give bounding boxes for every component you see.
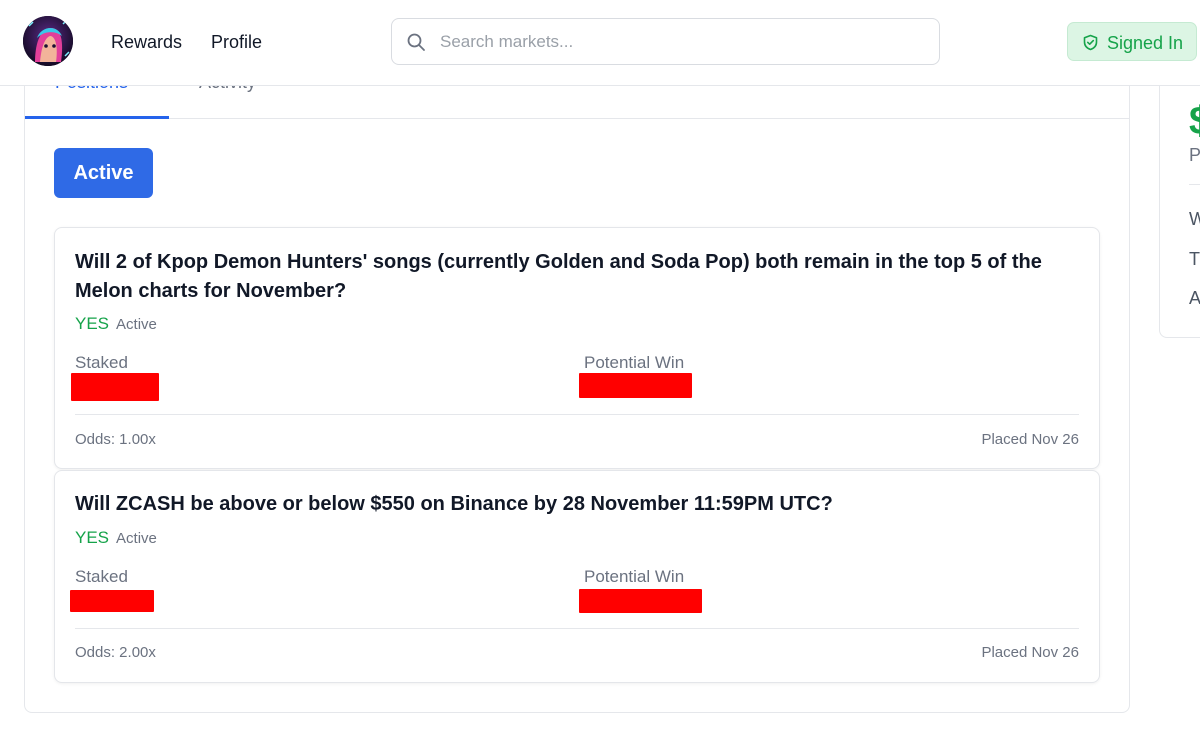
active-tab-indicator — [25, 116, 169, 119]
market-question[interactable]: Will ZCASH be above or below $550 on Bin… — [75, 490, 1065, 519]
user-avatar[interactable] — [23, 16, 73, 66]
position-tag: YES Active — [75, 528, 157, 549]
position-status: Active — [116, 316, 157, 333]
search-input[interactable] — [440, 19, 930, 64]
position-card[interactable]: Will 2 of Kpop Demon Hunters' songs (cur… — [54, 227, 1100, 469]
nav-profile-link[interactable]: Profile — [211, 31, 262, 53]
odds-text: Odds: 2.00x — [75, 644, 156, 661]
potential-win-label: Potential Win — [584, 353, 685, 372]
summary-row: T — [1189, 249, 1200, 269]
potential-win-label: Potential Win — [584, 567, 685, 586]
shield-check-icon — [1083, 34, 1098, 51]
signed-in-button[interactable]: Signed In — [1067, 22, 1197, 61]
summary-divider — [1189, 184, 1200, 185]
nav-rewards-link[interactable]: Rewards — [111, 31, 182, 53]
staked-label: Staked — [75, 353, 128, 372]
summary-row: A — [1189, 288, 1200, 308]
position-side: YES — [75, 314, 110, 333]
card-divider — [75, 414, 1079, 415]
summary-row: W — [1189, 209, 1200, 229]
staked-amount-redacted — [70, 590, 154, 612]
search-icon — [407, 33, 425, 51]
market-question[interactable]: Will 2 of Kpop Demon Hunters' songs (cur… — [75, 248, 1065, 306]
tabs-divider — [25, 118, 1129, 119]
placed-date: Placed Nov 26 — [981, 431, 1079, 448]
position-side: YES — [75, 528, 110, 547]
position-tag: YES Active — [75, 314, 157, 335]
position-card[interactable]: Will ZCASH be above or below $550 on Bin… — [54, 470, 1100, 683]
position-status: Active — [116, 530, 157, 547]
potential-win-amount-redacted — [579, 373, 692, 398]
avatar-image — [23, 16, 73, 66]
signed-in-label: Signed In — [1107, 33, 1184, 53]
staked-amount-redacted — [71, 373, 159, 401]
active-filter-button[interactable]: Active — [54, 148, 153, 198]
card-divider — [75, 628, 1079, 629]
portfolio-value-label: P — [1189, 145, 1200, 165]
top-nav: Rewards Profile Signed In — [0, 0, 1200, 86]
odds-text: Odds: 1.00x — [75, 431, 156, 448]
portfolio-summary-card: $ P W T A — [1159, 60, 1200, 338]
potential-win-amount-redacted — [579, 589, 702, 613]
portfolio-value: $ — [1189, 99, 1200, 143]
positions-panel: Positions Activity Active Will 2 of Kpop… — [24, 30, 1130, 713]
staked-label: Staked — [75, 567, 128, 586]
placed-date: Placed Nov 26 — [981, 644, 1079, 661]
search-box[interactable] — [391, 18, 940, 65]
